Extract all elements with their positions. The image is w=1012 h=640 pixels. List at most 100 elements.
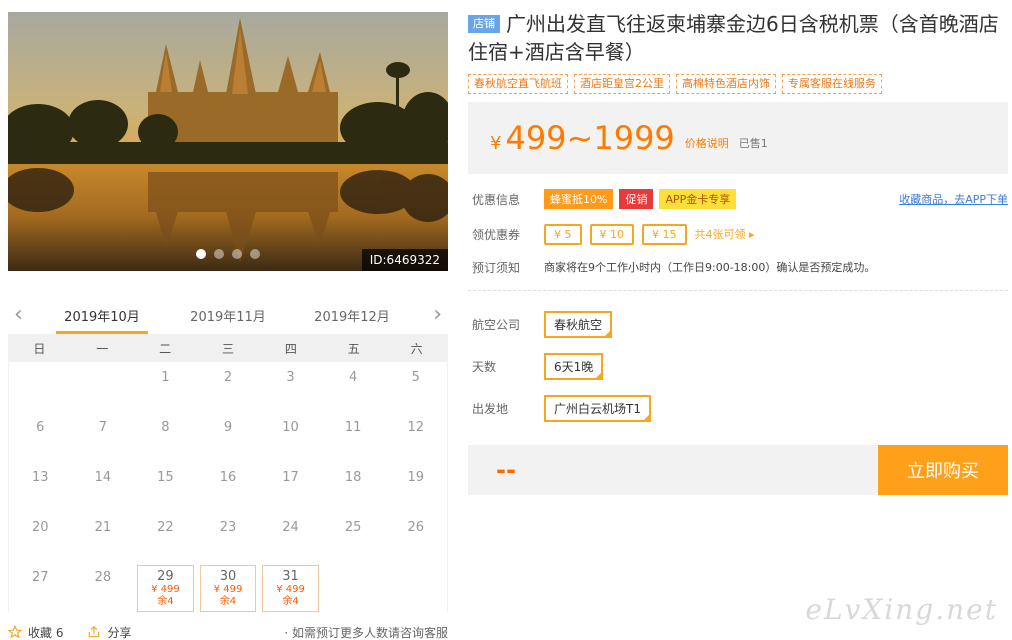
tab-month-october[interactable]: 2019年10月 — [56, 306, 148, 334]
day-number: 13 — [32, 470, 49, 485]
price: ¥499~1999 — [490, 119, 675, 157]
day-number: 1 — [161, 370, 170, 385]
feature-tags: 春秋航空直飞航班 酒店距皇宫2公里 高棉特色酒店内饰 专属客服在线服务 — [468, 74, 1008, 94]
angkor-wat-photo — [8, 12, 448, 271]
coupon-5[interactable]: ¥ 5 — [544, 223, 582, 245]
coupon-row: 领优惠券 ¥ 5 ¥ 10 ¥ 15 共4张可领 ▸ — [472, 222, 1008, 246]
weekday-sat: 六 — [410, 341, 423, 356]
calendar-day: 28 — [72, 562, 135, 612]
day-number: 25 — [344, 520, 362, 535]
day-number: 6 — [36, 420, 45, 435]
weekday-header: 日 一 二 三 四 五 六 — [8, 334, 448, 362]
calendar-day-available[interactable]: 29 ¥ 499 余4 — [137, 565, 194, 612]
day-number: 20 — [32, 520, 49, 535]
day-number: 16 — [219, 470, 237, 485]
feature-tag: 酒店距皇宫2公里 — [574, 74, 670, 94]
day-stock: 余4 — [157, 596, 174, 607]
product-gallery[interactable]: ID:6469322 — [8, 12, 448, 271]
day-number: 22 — [157, 520, 174, 535]
day-number: 2 — [223, 370, 233, 385]
coupon-15[interactable]: ¥ 15 — [642, 223, 687, 245]
gallery-dot[interactable] — [214, 249, 224, 259]
calendar-day: 19 — [384, 462, 447, 512]
sold-count: 已售1 — [738, 137, 768, 150]
favorite-button[interactable]: 收藏 6 — [8, 624, 63, 640]
calendar-day: 1 — [134, 362, 197, 412]
day-number: 17 — [282, 470, 299, 485]
option-days-chip[interactable]: 6天1晚 — [544, 352, 604, 380]
day-number: 26 — [407, 520, 424, 535]
option-departure-chip[interactable]: 广州白云机场T1 — [544, 394, 651, 422]
day-number: 27 — [32, 570, 49, 585]
tab-month-december[interactable]: 2019年12月 — [306, 306, 398, 325]
gallery-dots — [196, 249, 260, 259]
weekday-tue: 二 — [159, 341, 172, 356]
day-number: 29 — [157, 569, 174, 584]
weekday-wed: 三 — [221, 341, 234, 356]
calendar-day-available[interactable]: 31 ¥ 499 余4 — [262, 565, 319, 612]
calendar-day: 23 — [197, 512, 260, 562]
promo-badge-app: APP金卡专享 — [659, 189, 737, 209]
calendar-day: 25 — [322, 512, 385, 562]
gallery-dot[interactable] — [232, 249, 242, 259]
feature-tag: 高棉特色酒店内饰 — [676, 74, 776, 94]
day-number: 19 — [407, 470, 424, 485]
day-stock: 余4 — [219, 596, 237, 607]
calendar-day: 2 — [197, 362, 260, 412]
calendar-day: 10 — [259, 412, 322, 462]
favorite-go-app-link[interactable]: 收藏商品，去APP下单 — [899, 191, 1008, 207]
contact-note: · 如需预订更多人数请咨询客服 — [284, 625, 448, 640]
coupon-label: 领优惠券 — [472, 227, 521, 242]
day-number: 9 — [223, 420, 233, 435]
share-button[interactable]: 分享 — [87, 624, 131, 640]
gallery-dot[interactable] — [250, 249, 260, 259]
day-price: ¥ 499 — [151, 584, 180, 595]
more-coupons-link[interactable]: 共4张可领 ▸ — [695, 226, 755, 242]
calendar-day: 12 — [384, 412, 447, 462]
calendar-day: 17 — [259, 462, 322, 512]
calendar-day-available[interactable]: 30 ¥ 499 余4 — [199, 565, 257, 612]
weekday-thu: 四 — [284, 341, 297, 356]
promo-badge-sale: 促销 — [619, 189, 654, 209]
promo-label: 优惠信息 — [472, 192, 521, 207]
calendar-day: 20 — [9, 512, 72, 562]
prev-month-icon[interactable]: ‹ — [14, 304, 23, 326]
star-icon — [8, 625, 22, 639]
selected-summary: -- — [468, 445, 878, 495]
calendar-day: 15 — [134, 462, 197, 512]
day-stock: 余4 — [282, 596, 299, 607]
share-icon — [89, 625, 100, 638]
day-price: ¥ 499 — [213, 584, 243, 595]
next-month-icon[interactable]: › — [433, 304, 442, 326]
gallery-actions: 收藏 6 分享 · 如需预订更多人数请咨询客服 — [8, 624, 448, 640]
notice-text: 商家将在9个工作小时内（工作日9:00-18:00）确认是否预定成功。 — [544, 261, 876, 274]
date-calendar: ‹ 2019年10月 2019年11月 2019年12月 › 日 一 二 三 四… — [8, 298, 448, 612]
day-number: 10 — [282, 420, 299, 435]
option-airline-chip[interactable]: 春秋航空 — [544, 310, 613, 338]
buy-now-button[interactable]: 立即购买 — [878, 445, 1008, 495]
gallery-dot[interactable] — [196, 249, 206, 259]
option-departure-row: 出发地 广州白云机场T1 — [472, 393, 1008, 423]
site-watermark: eLvXing.net — [805, 593, 998, 626]
divider — [468, 290, 1008, 291]
day-number: 12 — [407, 420, 424, 435]
calendar-day: 21 — [72, 512, 135, 562]
tab-month-november[interactable]: 2019年11月 — [182, 306, 274, 325]
price-note-link[interactable]: 价格说明 — [685, 135, 729, 151]
product-title-row: 店铺 广州出发直飞往返柬埔寨金边6日含税机票（含首晚酒店住宿+酒店含早餐） — [468, 10, 1008, 66]
day-number: 5 — [411, 370, 420, 385]
option-airline-row: 航空公司 春秋航空 — [472, 309, 1008, 339]
coupon-10[interactable]: ¥ 10 — [589, 223, 634, 245]
price-currency: ¥ — [490, 133, 502, 154]
calendar-day: 9 — [197, 412, 260, 462]
image-id-label: ID:6469322 — [361, 249, 448, 271]
calendar-day: 11 — [322, 412, 385, 462]
product-info: 店铺 广州出发直飞往返柬埔寨金边6日含税机票（含首晚酒店住宿+酒店含早餐） 春秋航… — [468, 10, 1008, 495]
share-label: 分享 — [107, 625, 132, 640]
day-number: 3 — [286, 370, 295, 385]
promo-badge-honey: 蜂蜜抵10% — [544, 189, 614, 209]
calendar-day: 16 — [197, 462, 260, 512]
day-number: 11 — [344, 420, 362, 435]
calendar-day: 5 — [384, 362, 447, 412]
option-label: 出发地 — [472, 401, 509, 416]
